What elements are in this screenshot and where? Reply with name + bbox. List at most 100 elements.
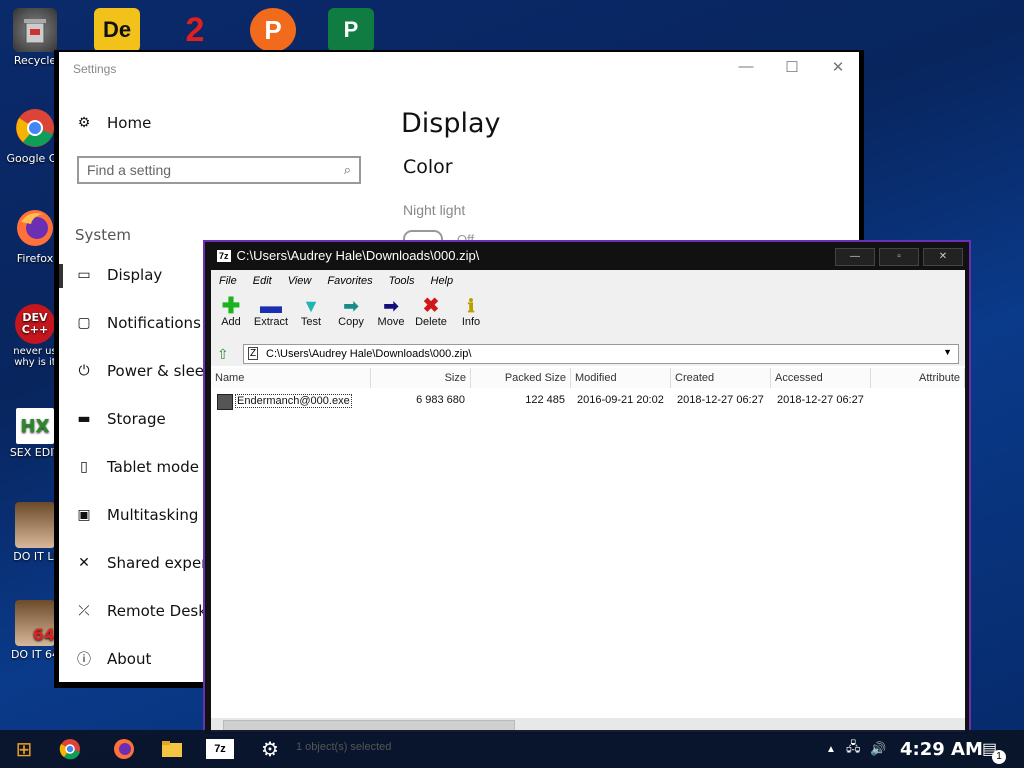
col-name[interactable]: Name: [211, 368, 371, 388]
file-list: Name Size Packed Size Modified Created A…: [211, 366, 965, 720]
shared-icon: ✕: [78, 555, 90, 571]
move-button[interactable]: ➡ Move: [371, 292, 411, 342]
taskbar-settings[interactable]: ⚙: [256, 736, 284, 762]
col-attribute[interactable]: Attribute: [871, 368, 965, 388]
taskbar-chrome[interactable]: [56, 736, 84, 762]
delete-button[interactable]: ✖ Delete: [411, 292, 451, 342]
firefox-icon: [13, 206, 57, 250]
clock[interactable]: 4:29 AM: [900, 730, 983, 768]
copy-arrow-icon: ➡: [343, 296, 359, 316]
volume-icon[interactable]: 🔊: [870, 730, 886, 768]
monitor-icon: ▭: [77, 267, 91, 283]
search-icon: ⌕: [343, 162, 351, 177]
multitasking-icon: ▣: [77, 507, 91, 523]
col-created[interactable]: Created: [671, 368, 771, 388]
gear-icon: ⚙: [261, 738, 279, 761]
night-light-label: Night light: [403, 202, 466, 218]
number-2-app-icon[interactable]: 2: [172, 8, 218, 52]
info-icon: ⓘ: [77, 652, 91, 668]
check-icon: ▼: [302, 296, 320, 316]
tray-expand-icon[interactable]: ▲: [826, 730, 836, 768]
zip-close-button[interactable]: ✕: [923, 248, 963, 266]
publisher-icon[interactable]: P: [328, 8, 374, 52]
archive-icon: Z: [248, 347, 259, 360]
menu-tools[interactable]: Tools: [381, 275, 423, 287]
dropdown-arrow-icon[interactable]: ▼: [943, 347, 952, 357]
col-size[interactable]: Size: [371, 368, 471, 388]
address-input[interactable]: Z C:\Users\Audrey Hale\Downloads\000.zip…: [243, 344, 959, 364]
file-accessed: 2018-12-27 06:27: [777, 394, 864, 406]
sidebar-item-tablet[interactable]: ▯ Tablet mode: [75, 458, 199, 476]
menu-view[interactable]: View: [280, 275, 320, 287]
page-title: Display: [401, 108, 501, 139]
sidebar-item-display[interactable]: ▭ Display: [75, 266, 162, 284]
col-accessed[interactable]: Accessed: [771, 368, 871, 388]
maximize-button[interactable]: ☐: [777, 58, 807, 76]
taskbar-explorer[interactable]: [158, 736, 186, 762]
window-title: Settings: [73, 62, 117, 76]
de-app-icon[interactable]: De: [94, 8, 140, 52]
sidebar-item-shared[interactable]: ✕ Shared experie: [75, 554, 221, 572]
info-button[interactable]: ℹ Info: [451, 292, 491, 342]
extract-button[interactable]: ▬ Extract: [251, 292, 291, 342]
menu-file[interactable]: File: [211, 275, 245, 287]
up-folder-button[interactable]: ⇧: [217, 346, 235, 362]
zip-window: 7z C:\Users\Audrey Hale\Downloads\000.zi…: [203, 240, 971, 736]
storage-icon: ▬: [77, 411, 91, 427]
sidebar-item-notifications[interactable]: ▢ Notifications &: [75, 314, 217, 332]
gear-icon: ⚙: [77, 115, 91, 131]
sidebar-item-power[interactable]: ⏻ Power & sleep: [75, 362, 213, 380]
menu-edit[interactable]: Edit: [245, 275, 280, 287]
address-bar: ⇧ Z C:\Users\Audrey Hale\Downloads\000.z…: [211, 342, 965, 366]
p-app-icon[interactable]: P: [250, 8, 296, 52]
sidebar-item-remote[interactable]: ⤫ Remote Deskto: [75, 602, 222, 620]
zip-minimize-button[interactable]: —: [835, 248, 875, 266]
hex-editor-icon: HX: [16, 408, 54, 444]
search-input[interactable]: Find a setting ⌕: [77, 156, 361, 184]
zip-title-bar: 7z C:\Users\Audrey Hale\Downloads\000.zi…: [217, 248, 480, 263]
folder-icon: [162, 741, 182, 757]
network-icon[interactable]: 🖧: [846, 730, 861, 768]
section-label: System: [75, 226, 131, 244]
start-button[interactable]: ⊞: [10, 736, 38, 762]
selected-indicator: [59, 264, 63, 288]
file-packed-size: 122 485: [525, 394, 565, 406]
file-modified: 2016-09-21 20:02: [577, 394, 664, 406]
zip-status-text: 1 object(s) selected: [296, 741, 392, 753]
power-icon: ⏻: [78, 363, 90, 379]
col-modified[interactable]: Modified: [571, 368, 671, 388]
menu-favorites[interactable]: Favorites: [319, 275, 380, 287]
portrait-icon: [15, 502, 55, 548]
zip-toolbar: ✚ Add ▬ Extract ▼ Test ➡ Copy ➡ Move ✖ D…: [211, 292, 965, 342]
devcpp-icon: DEV C++: [15, 304, 55, 344]
taskbar-firefox[interactable]: [110, 736, 138, 762]
sidebar-item-multitasking[interactable]: ▣ Multitasking: [75, 506, 198, 524]
notification-count: 1: [992, 750, 1006, 764]
zip-menubar: File Edit View Favorites Tools Help: [211, 270, 965, 292]
info-icon: ℹ: [467, 296, 475, 316]
col-packed-size[interactable]: Packed Size: [471, 368, 571, 388]
zip-maximize-button[interactable]: ▫: [879, 248, 919, 266]
test-button[interactable]: ▼ Test: [291, 292, 331, 342]
chrome-icon: [59, 739, 80, 760]
minimize-button[interactable]: —: [731, 58, 761, 75]
firefox-icon: [114, 739, 134, 759]
close-button[interactable]: ✕: [823, 58, 853, 76]
copy-button[interactable]: ➡ Copy: [331, 292, 371, 342]
taskbar-7zip[interactable]: 7z: [206, 739, 234, 759]
recycle-bin-icon: [13, 8, 57, 52]
plus-icon: ✚: [221, 293, 241, 318]
sidebar-item-about[interactable]: ⓘ About: [75, 650, 151, 668]
action-center-icon[interactable]: ▤ 1: [982, 730, 1006, 768]
menu-help[interactable]: Help: [423, 275, 462, 287]
exe-file-icon: [217, 394, 233, 410]
delete-icon: ✖: [422, 295, 440, 317]
home-nav[interactable]: ⚙ Home: [75, 114, 152, 132]
section-title: Color: [403, 156, 453, 178]
move-arrow-icon: ➡: [383, 296, 399, 316]
file-name: Endermanch@000.exe: [235, 394, 352, 408]
taskbar: ⊞ 7z ⚙ 1 object(s) selected ▲ 🖧 🔊 4:29 A…: [0, 730, 1024, 768]
sidebar-item-storage[interactable]: ▬ Storage: [75, 410, 165, 428]
tablet-icon: ▯: [80, 459, 88, 475]
add-button[interactable]: ✚ Add: [211, 292, 251, 342]
